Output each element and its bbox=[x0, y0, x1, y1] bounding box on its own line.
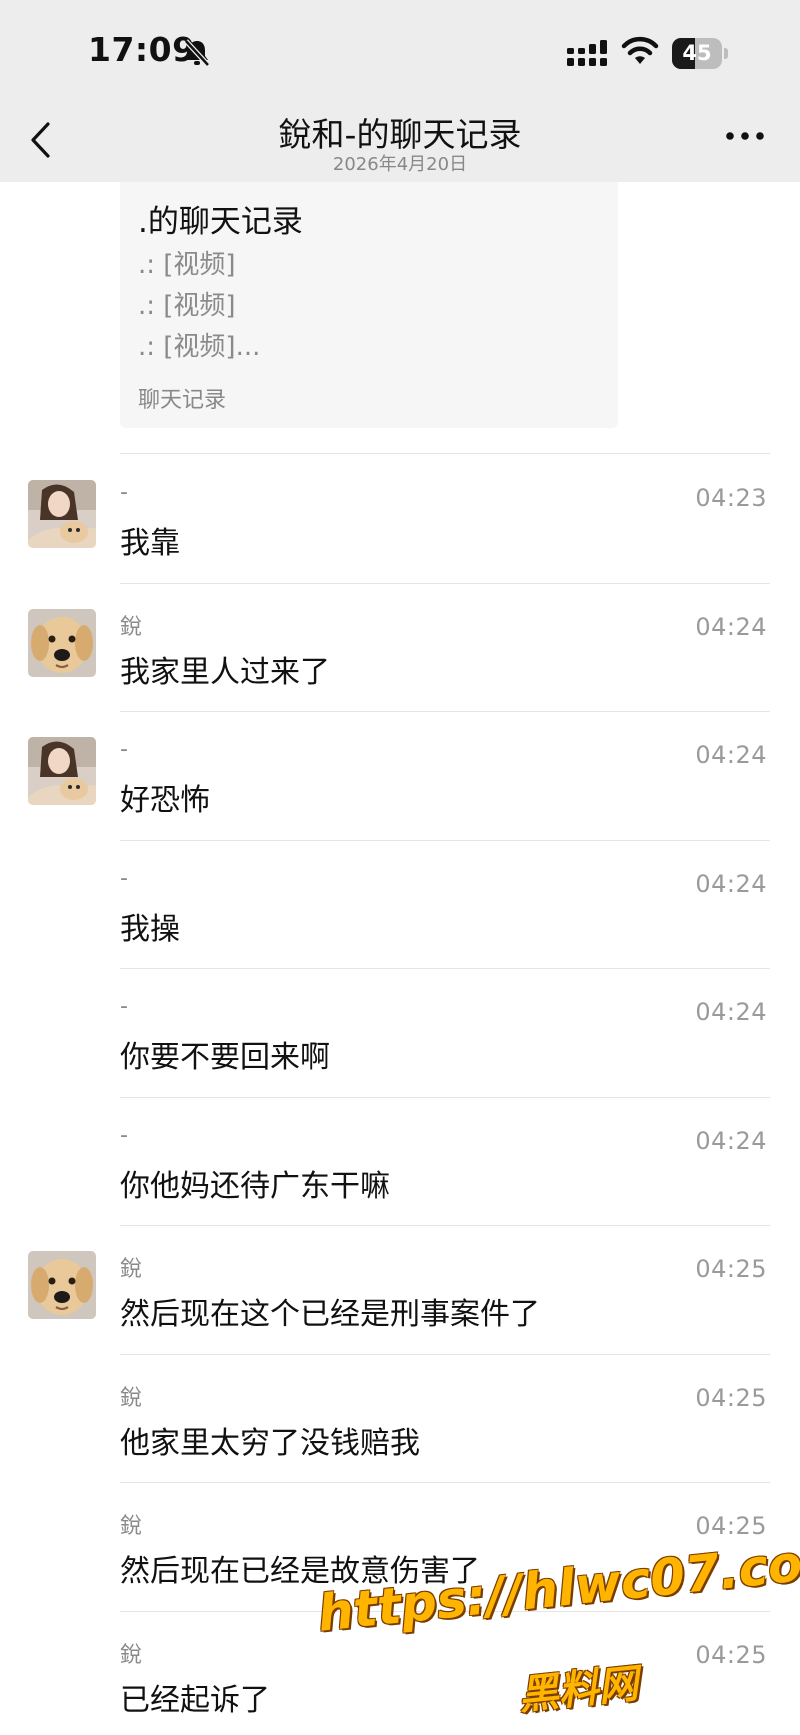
sender-name: 銳 bbox=[120, 1642, 143, 1668]
top-bar: 17:09 45 銳和-的聊天记录 2026年4月20日 bbox=[0, 0, 800, 182]
card-title: .的聊天记录 bbox=[138, 204, 303, 240]
page-title: 銳和-的聊天记录 bbox=[278, 115, 522, 154]
card-line: .: [视频] bbox=[138, 291, 236, 321]
message-time: 04:24 bbox=[695, 869, 767, 898]
message-time: 04:24 bbox=[695, 1126, 767, 1155]
avatar[interactable] bbox=[28, 737, 96, 805]
message-time: 04:25 bbox=[695, 1255, 767, 1283]
sender-name: 銳 bbox=[120, 1385, 143, 1411]
watermark-name: 黑料网 bbox=[516, 1660, 641, 1720]
message-text: 他家里太穷了没钱赔我 bbox=[120, 1425, 420, 1461]
sender-name: - bbox=[120, 994, 128, 1019]
message-row[interactable]: 銳 04:24 我家里人过来了 bbox=[0, 583, 800, 711]
message-time: 04:24 bbox=[695, 741, 767, 769]
message-text: 我家里人过来了 bbox=[120, 654, 330, 690]
cellular-signal-icon bbox=[567, 40, 607, 66]
sender-name: - bbox=[120, 1122, 128, 1148]
avatar[interactable] bbox=[28, 1251, 96, 1319]
status-time: 17:09 bbox=[88, 30, 196, 69]
card-footer: 聊天记录 bbox=[138, 388, 227, 413]
chevron-left-icon[interactable] bbox=[28, 120, 54, 160]
sender-name: 銳 bbox=[120, 1514, 143, 1539]
message-time: 04:23 bbox=[695, 484, 767, 512]
message-time: 04:25 bbox=[695, 1383, 767, 1412]
sender-name: 銳 bbox=[120, 1257, 143, 1282]
message-row[interactable]: - 04:24 你要不要回来啊 bbox=[0, 968, 800, 1096]
forwarded-chat-record-card[interactable]: .的聊天记录 .: [视频] .: [视频] .: [视频]... 聊天记录 bbox=[120, 182, 618, 428]
watermark: https://hlwc07.com 黑料网 bbox=[315, 1529, 800, 1735]
avatar[interactable] bbox=[28, 480, 96, 548]
message-text: 我操 bbox=[120, 911, 180, 947]
sender-name: - bbox=[120, 737, 128, 762]
card-line: .: [视频]... bbox=[138, 332, 261, 362]
message-time: 04:25 bbox=[695, 1512, 767, 1540]
message-text: 你他妈还待广东干嘛 bbox=[120, 1168, 390, 1204]
message-text: 然后现在这个已经是刑事案件了 bbox=[120, 1297, 540, 1332]
card-line: .: [视频] bbox=[138, 250, 236, 280]
sender-name: 銳 bbox=[120, 614, 143, 640]
message-row[interactable]: - 04:24 你他妈还待广东干嘛 bbox=[0, 1097, 800, 1225]
message-row[interactable]: - 04:24 好恐怖 bbox=[0, 711, 800, 839]
message-text: 已经起诉了 bbox=[120, 1682, 270, 1718]
message-time: 04:24 bbox=[695, 998, 767, 1026]
avatar[interactable] bbox=[28, 608, 96, 677]
message-time: 04:24 bbox=[695, 612, 767, 641]
message-row[interactable]: 銳 04:25 他家里太穷了没钱赔我 bbox=[0, 1354, 800, 1482]
sender-name: - bbox=[120, 865, 128, 891]
ellipsis-icon[interactable] bbox=[725, 130, 765, 142]
wifi-icon bbox=[621, 36, 659, 64]
mute-bell-icon bbox=[184, 39, 210, 67]
message-row[interactable]: 銳 04:25 然后现在这个已经是刑事案件了 bbox=[0, 1225, 800, 1353]
message-text: 我靠 bbox=[120, 526, 180, 561]
page-subtitle-date: 2026年4月20日 bbox=[332, 154, 468, 175]
message-text: 你要不要回来啊 bbox=[120, 1040, 330, 1075]
sender-name: - bbox=[120, 480, 128, 505]
message-row[interactable]: - 04:23 我靠 bbox=[0, 454, 800, 582]
message-text: 好恐怖 bbox=[120, 783, 210, 818]
battery-percent: 45 bbox=[682, 41, 712, 65]
message-row[interactable]: - 04:24 我操 bbox=[0, 840, 800, 968]
battery-icon: 45 bbox=[672, 38, 728, 69]
